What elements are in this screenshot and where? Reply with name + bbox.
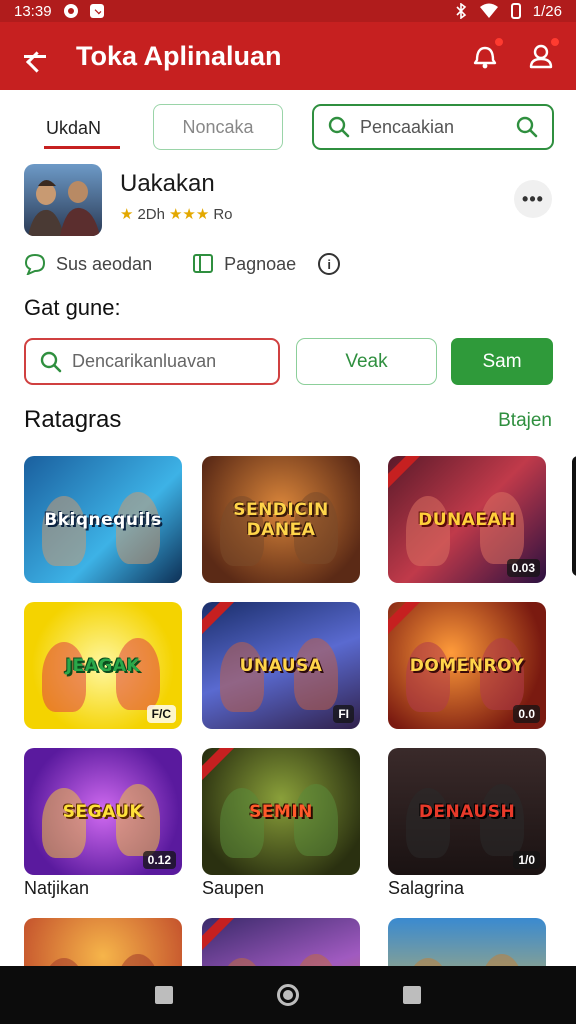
- star-icon: ★★★: [168, 206, 210, 223]
- star-icon: ★: [120, 206, 134, 223]
- more-options-button[interactable]: •••: [514, 180, 552, 218]
- app-meta-row: Sus aeodan Pagnoae i: [24, 250, 564, 278]
- game-card-badge: 0.12: [142, 851, 176, 869]
- game-card-badge: FI: [333, 705, 354, 723]
- meta-pages-label: Pagnoae: [224, 253, 297, 274]
- search-input[interactable]: Dencarikanluavan: [24, 338, 280, 385]
- record-icon: [63, 4, 78, 18]
- game-card-figure: [406, 788, 450, 858]
- home-icon[interactable]: [277, 984, 299, 1006]
- game-card-figure: [42, 788, 86, 858]
- tab-button[interactable]: Noncaka: [153, 104, 283, 150]
- app-icon: [24, 164, 102, 236]
- profile-badge: [550, 37, 560, 47]
- game-card-title: Bkiqnequils: [44, 509, 162, 530]
- app-bar: Toka Aplinaluan: [0, 22, 576, 90]
- top-search-field[interactable]: Pencaakian: [312, 104, 554, 150]
- game-card-badge: 1/0: [513, 851, 540, 869]
- notification-icon[interactable]: [470, 37, 504, 71]
- game-card[interactable]: UNAUSA FI: [202, 602, 360, 729]
- game-card[interactable]: JEAGAK F/C: [24, 602, 182, 729]
- game-card-label: Saupen: [202, 878, 265, 898]
- game-card-figure: [220, 642, 264, 712]
- meta-reviews[interactable]: Sus aeodan: [24, 253, 152, 275]
- tab-indicator: [44, 146, 120, 149]
- game-card-figure: [406, 496, 450, 566]
- recents-icon[interactable]: [155, 986, 173, 1004]
- tab-row: UkdaN Noncaka Pencaakian: [0, 90, 576, 162]
- view-button[interactable]: Veak: [296, 338, 437, 385]
- categories-heading: Ratagras: [24, 406, 122, 433]
- save-button[interactable]: Sam: [451, 338, 553, 385]
- app-rating: ★ 2Dh ★★★ Ro: [120, 205, 233, 224]
- game-card-figure: [220, 788, 264, 858]
- partial-card[interactable]: [572, 456, 576, 576]
- page-title: Toka Aplinaluan: [76, 40, 282, 71]
- mail-icon: [89, 4, 104, 18]
- game-card-badge: F/C: [146, 705, 176, 723]
- profile-icon[interactable]: [526, 37, 560, 71]
- meta-pages[interactable]: Pagnoae: [192, 253, 296, 275]
- back-arrow-icon[interactable]: [20, 42, 48, 70]
- game-card-title: JEAGAK: [65, 655, 141, 676]
- game-card-figure: [406, 642, 450, 712]
- game-card-title: SENDICIN DANEA: [233, 499, 329, 540]
- battery-text: 1/26: [532, 2, 562, 20]
- game-card-label: Natjikan: [24, 878, 90, 898]
- game-card-label: Salagrina: [388, 878, 465, 898]
- game-card-figure: [42, 496, 86, 566]
- rating-suffix: Ro: [213, 205, 233, 223]
- chat-icon: [24, 253, 46, 275]
- game-card-title: DOMENROY: [409, 655, 525, 676]
- book-icon: [193, 254, 214, 273]
- battery-icon: [510, 3, 521, 19]
- game-card-title: UNAUSA: [239, 655, 323, 676]
- notification-badge: [494, 37, 504, 47]
- back-icon[interactable]: [403, 986, 421, 1004]
- search-icon: [40, 351, 62, 372]
- info-icon[interactable]: i: [318, 253, 341, 275]
- game-card-badge: 0.0: [513, 705, 540, 723]
- game-card-title: DUNAEAH: [418, 509, 516, 530]
- game-card-title: DENAUSH: [418, 801, 516, 822]
- game-card[interactable]: DENAUSH 1/0: [388, 748, 546, 875]
- search-submit-icon[interactable]: [516, 116, 538, 138]
- app-name: Uakakan: [120, 170, 215, 197]
- system-nav-bar: [0, 966, 576, 1024]
- game-card[interactable]: SEGAUK 0.12: [24, 748, 182, 875]
- meta-reviews-label: Sus aeodan: [56, 253, 153, 274]
- rating-text: 2Dh: [137, 205, 165, 223]
- status-bar: 13:39 1/26: [0, 0, 576, 22]
- search-row: Dencarikanluavan Veak Sam: [0, 338, 576, 386]
- game-card-title: SEMIN: [249, 801, 313, 822]
- game-card-badge: 0.03: [506, 559, 540, 577]
- game-card-title: SEGAUK: [62, 801, 144, 822]
- status-time: 13:39: [14, 2, 52, 20]
- game-card[interactable]: Bkiqnequils: [24, 456, 182, 583]
- game-card[interactable]: DUNAEAH 0.03: [388, 456, 546, 583]
- section-heading: Gat gune:: [24, 295, 121, 320]
- bluetooth-icon: [456, 3, 467, 19]
- search-icon: [328, 116, 350, 138]
- categories-see-all-link[interactable]: Btajen: [498, 410, 552, 432]
- game-card[interactable]: DOMENROY 0.0: [388, 602, 546, 729]
- search-placeholder: Dencarikanluavan: [72, 351, 217, 371]
- game-card[interactable]: SEMIN: [202, 748, 360, 875]
- tab-active[interactable]: UkdaN: [46, 118, 101, 139]
- game-card[interactable]: SENDICIN DANEA: [202, 456, 360, 583]
- game-card-figure: [42, 642, 86, 712]
- top-search-placeholder: Pencaakian: [360, 116, 455, 137]
- wifi-icon: [479, 3, 498, 18]
